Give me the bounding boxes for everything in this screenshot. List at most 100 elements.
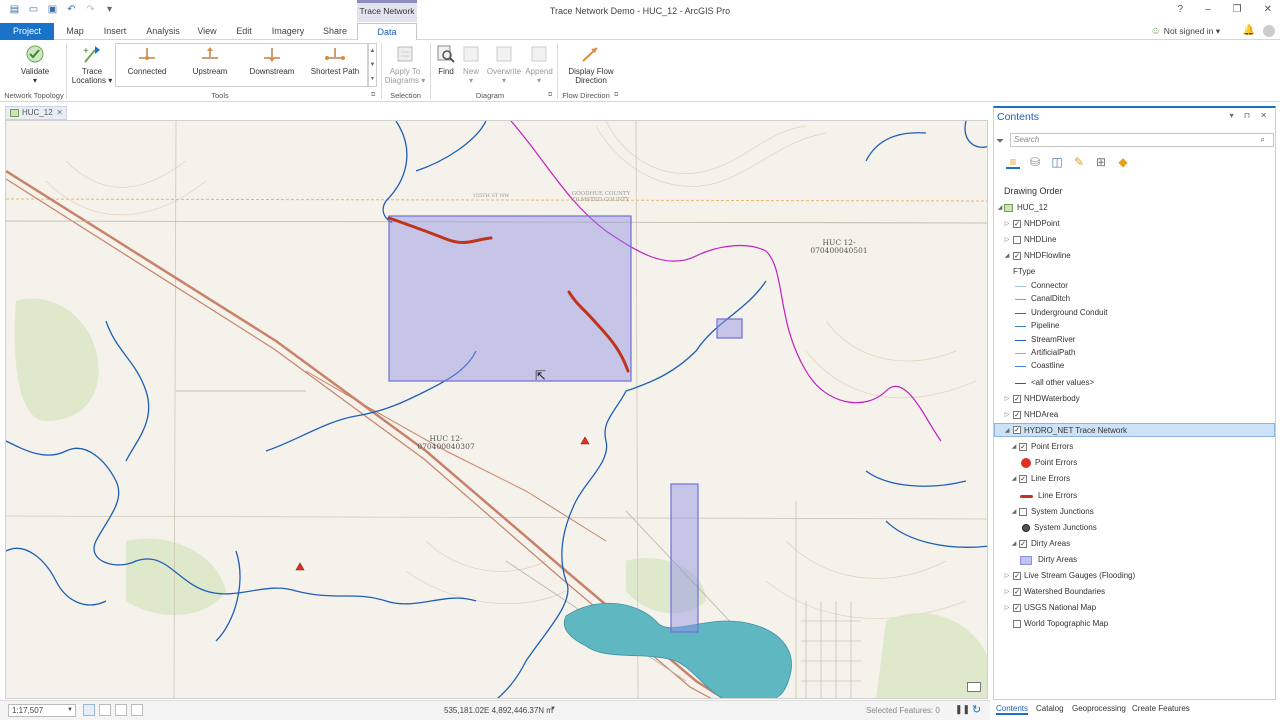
tab-map[interactable]: Map — [60, 23, 90, 40]
visibility-checkbox[interactable] — [1013, 620, 1021, 628]
tab-geoprocessing[interactable]: Geoprocessing — [1072, 704, 1126, 713]
visibility-checkbox[interactable]: ✓ — [1019, 475, 1027, 483]
toc-sublayer-line-errors[interactable]: ◢ ✓ Line Errors — [994, 472, 1275, 486]
toc-layer-nhdwaterbody[interactable]: ▷ ✓ NHDWaterbody — [994, 392, 1275, 406]
snapping-icon[interactable]: ⊞ — [1094, 155, 1108, 169]
legend-item[interactable]: <all other values> — [994, 376, 1275, 390]
tab-data[interactable]: Data — [357, 23, 417, 41]
toc-layer-nhdpoint[interactable]: ▷ ✓ NHDPoint — [994, 217, 1275, 231]
visibility-checkbox[interactable]: ✓ — [1013, 588, 1021, 596]
signin-status[interactable]: ☺ Not signed in ▾ — [1151, 26, 1220, 37]
tab-imagery[interactable]: Imagery — [267, 23, 309, 40]
toc-sublayer-dirty-areas[interactable]: ◢ ✓ Dirty Areas — [994, 537, 1275, 551]
find-button[interactable]: Find — [433, 44, 459, 76]
upstream-button[interactable]: Upstream — [185, 44, 235, 76]
visibility-checkbox[interactable]: ✓ — [1013, 252, 1021, 260]
overwrite-button[interactable]: Overwrite ▾ — [486, 44, 522, 85]
dirty-area-polygon[interactable] — [388, 215, 632, 382]
visibility-checkbox[interactable]: ✓ — [1019, 443, 1027, 451]
expand-icon[interactable]: ▷ — [1003, 408, 1011, 422]
close-icon[interactable]: ✕ — [1264, 4, 1272, 15]
drawing-order-icon[interactable]: ≡ — [1006, 155, 1020, 169]
expand-icon[interactable]: ▷ — [1003, 392, 1011, 406]
point-error-marker[interactable] — [580, 436, 590, 445]
legend-item[interactable]: StreamRiver — [994, 333, 1275, 347]
toc-layer-trace-network[interactable]: ◢ ✓ HYDRO_NET Trace Network — [994, 423, 1275, 437]
data-source-icon[interactable]: ⛁ — [1028, 155, 1042, 169]
navigate-icon[interactable] — [131, 704, 143, 716]
coordinate-units-dropdown[interactable]: ▼ — [550, 706, 556, 712]
visibility-checkbox[interactable]: ✓ — [1019, 540, 1027, 548]
toc-sublayer-point-errors[interactable]: ◢ ✓ Point Errors — [994, 440, 1275, 454]
tab-contents[interactable]: Contents — [996, 704, 1029, 715]
tab-catalog[interactable]: Catalog — [1036, 704, 1064, 713]
dirty-area-polygon[interactable] — [670, 483, 699, 633]
collapse-icon[interactable]: ◢ — [1010, 505, 1018, 519]
tab-share[interactable]: Share — [318, 23, 352, 40]
shortest-path-button[interactable]: Shortest Path — [308, 44, 362, 76]
connected-button[interactable]: Connected — [122, 44, 172, 76]
tab-insert[interactable]: Insert — [97, 23, 133, 40]
visibility-checkbox[interactable]: ✓ — [1013, 426, 1021, 434]
visibility-checkbox[interactable]: ✓ — [1013, 220, 1021, 228]
labeling-icon[interactable]: ◆ — [1116, 155, 1130, 169]
toc-layer-watershed[interactable]: ▷ ✓ Watershed Boundaries — [994, 585, 1275, 599]
search-icon[interactable]: ⌕ — [1261, 134, 1265, 146]
append-button[interactable]: Append ▾ — [523, 44, 555, 85]
search-input[interactable]: Search ⌕ — [1010, 133, 1274, 147]
expand-icon[interactable]: ▷ — [1003, 585, 1011, 599]
navigator-icon[interactable] — [967, 682, 981, 692]
visibility-checkbox[interactable]: ✓ — [1013, 411, 1021, 419]
expand-icon[interactable]: ▷ — [1003, 217, 1011, 231]
toc-sublayer-system-junctions[interactable]: ◢ System Junctions — [994, 505, 1275, 519]
visibility-checkbox[interactable]: ✓ — [1013, 395, 1021, 403]
toc-layer-topo[interactable]: World Topographic Map — [994, 617, 1275, 631]
tab-project[interactable]: Project — [0, 23, 54, 40]
diagram-launcher-icon[interactable]: ⧉ — [548, 92, 552, 99]
legend-item[interactable]: Coastline — [994, 359, 1275, 373]
collapse-icon[interactable]: ◢ — [1003, 249, 1011, 263]
visibility-checkbox[interactable]: ✓ — [1013, 572, 1021, 580]
map-view-tab[interactable]: HUC_12 ✕ — [5, 106, 67, 120]
collapse-icon[interactable]: ◢ — [1003, 424, 1011, 438]
toc-map[interactable]: ◢ HUC_12 — [994, 201, 1275, 215]
tools-launcher-icon[interactable]: ⧉ — [371, 92, 375, 99]
avatar[interactable] — [1263, 25, 1275, 37]
legend-item[interactable]: Dirty Areas — [994, 553, 1275, 567]
toc-layer-nhdflowline[interactable]: ◢ ✓ NHDFlowline — [994, 249, 1275, 263]
legend-item[interactable]: Line Errors — [994, 489, 1275, 503]
point-error-marker[interactable] — [295, 562, 305, 571]
close-tab-icon[interactable]: ✕ — [56, 107, 63, 119]
flow-launcher-icon[interactable]: ⧉ — [614, 92, 618, 99]
toc-layer-gauges[interactable]: ▷ ✓ Live Stream Gauges (Flooding) — [994, 569, 1275, 583]
legend-item[interactable]: ArtificialPath — [994, 346, 1275, 360]
editing-icon[interactable]: ✎ — [1072, 155, 1086, 169]
gallery-scroll[interactable]: ▲ ▼ ▾ — [368, 43, 377, 87]
pane-options[interactable]: ▾ ⊓ ✕ — [1230, 111, 1271, 120]
grid-icon[interactable] — [99, 704, 111, 716]
expand-icon[interactable]: ▷ — [1003, 601, 1011, 615]
collapse-icon[interactable]: ◢ — [1010, 440, 1018, 454]
collapse-icon[interactable]: ◢ — [996, 201, 1004, 215]
tab-edit[interactable]: Edit — [230, 23, 258, 40]
minimize-icon[interactable]: – — [1205, 4, 1211, 15]
display-flow-direction-button[interactable]: Display Flow Direction — [562, 44, 620, 85]
notifications-icon[interactable]: 🔔 — [1243, 25, 1255, 36]
map-view[interactable]: HUC 12- 070400040501 HUC 12- 07040004030… — [5, 120, 988, 699]
selection-icon[interactable]: ◫ — [1050, 155, 1064, 169]
dirty-area-polygon[interactable] — [716, 318, 743, 339]
legend-item[interactable]: System Junctions — [994, 521, 1275, 535]
collapse-icon[interactable]: ◢ — [1010, 472, 1018, 486]
new-diagram-button[interactable]: New ▾ — [460, 44, 482, 85]
table-icon[interactable] — [115, 704, 127, 716]
legend-item[interactable]: CanalDitch — [994, 292, 1275, 306]
tab-analysis[interactable]: Analysis — [142, 23, 184, 40]
expand-icon[interactable]: ▷ — [1003, 233, 1011, 247]
filter-icon[interactable]: ⏷ — [996, 136, 1004, 147]
legend-item[interactable]: Pipeline — [994, 319, 1275, 333]
tab-view[interactable]: View — [193, 23, 221, 40]
tab-create-features[interactable]: Create Features — [1132, 704, 1190, 713]
visibility-checkbox[interactable] — [1019, 508, 1027, 516]
toc-layer-nhdline[interactable]: ▷ NHDLine — [994, 233, 1275, 247]
validate-button[interactable]: Validate ▾ — [14, 44, 56, 85]
